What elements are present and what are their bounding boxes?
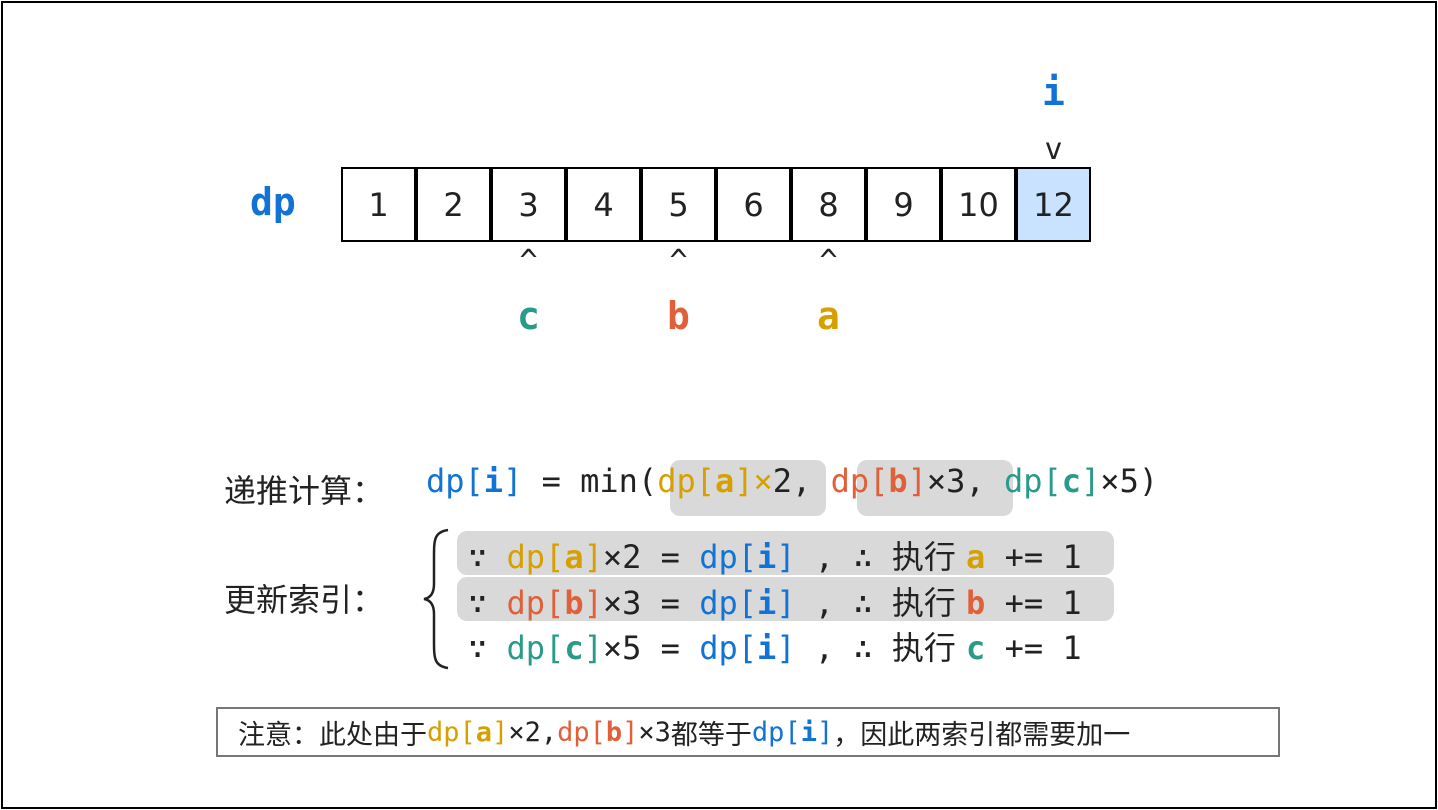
diagram-frame [1, 1, 1437, 809]
because-sign: ∵ [468, 629, 507, 667]
pointer-b-caret: ^ [669, 244, 688, 279]
var-c: c [1061, 462, 1082, 500]
target-var: a [966, 538, 986, 576]
var-a: a [714, 462, 735, 500]
note-prefix: 注意：此处由于 [238, 719, 427, 751]
rhs-dp: dp[ [699, 538, 757, 576]
rhs-var-i: i [756, 629, 777, 667]
increment-op: += 1 [985, 629, 1082, 667]
because-sign: ∵ [468, 538, 507, 576]
rhs-var-i: i [756, 584, 777, 622]
rhs-var-i: i [756, 538, 777, 576]
rhs-close: ] [776, 584, 796, 622]
term-dp: dp[ [506, 629, 565, 667]
term-dp: dp[ [426, 462, 484, 500]
note-var-b: b [605, 716, 623, 748]
note-close-i: ] [816, 716, 834, 748]
term-mult: ×2 = [602, 538, 700, 576]
var-b: b [888, 462, 908, 500]
term-mult: ×5 = [602, 629, 700, 667]
term-dp: dp[ [506, 584, 565, 622]
dp-cell: 4 [566, 167, 641, 242]
update-row: ∵ dp[b]×3 = dp[i] , ∴ 执行 b += 1 [468, 578, 1082, 624]
pointer-a-label: a [817, 294, 840, 338]
recurrence-label: 递推计算： [224, 472, 385, 510]
exec-label: 执行 [891, 584, 967, 622]
term-close: ] [583, 629, 603, 667]
note-close-a: ] [492, 716, 509, 748]
increment-op: += 1 [985, 584, 1082, 622]
term-close: ] [583, 538, 603, 576]
min-op: = min( [522, 462, 658, 500]
note-dp-i: dp[ [751, 716, 801, 748]
dp-array-label: dp [250, 180, 296, 224]
term-close-a: ]× [734, 462, 773, 500]
dp-cell: 1 [341, 167, 416, 242]
note-dp-a: dp[ [427, 716, 476, 748]
exec-label: 执行 [891, 629, 967, 667]
dp-cell: 10 [941, 167, 1016, 242]
mult-2: 2 [772, 462, 793, 500]
term-close-b: ] [907, 462, 927, 500]
rhs-dp: dp[ [699, 584, 757, 622]
update-row: ∵ dp[c]×5 = dp[i] , ∴ 执行 c += 1 [468, 623, 1082, 669]
dp-cell: 3 [491, 167, 566, 242]
note-var-i: i [800, 716, 817, 748]
pointer-c-caret: ^ [519, 244, 538, 279]
update-label: 更新索引： [224, 581, 385, 619]
dp-cell: 9 [866, 167, 941, 242]
sep: , [792, 462, 831, 500]
sep: , [965, 462, 1004, 500]
pointer-i-caret: v [1044, 132, 1063, 167]
term-close: ] [583, 584, 603, 622]
term-dp-b: dp[ [830, 462, 889, 500]
therefore-sign: , ∴ [795, 538, 892, 576]
pointer-i-label: i [1042, 70, 1065, 114]
note-suffix: ，因此两索引都需要加一 [833, 719, 1131, 751]
term-dp: dp[ [506, 538, 565, 576]
target-var: b [966, 584, 986, 622]
var-i: i [483, 462, 504, 500]
update-row: ∵ dp[a]×2 = dp[i] , ∴ 执行 a += 1 [468, 532, 1082, 578]
term-mult: ×3 = [602, 584, 700, 622]
note-var-a: a [475, 716, 493, 748]
mult-3: ×3 [926, 462, 966, 500]
dp-cell: 8 [791, 167, 866, 242]
note-mult-3: ×3 [638, 716, 671, 748]
note-dp-b: dp[ [557, 716, 606, 748]
rhs-close: ] [776, 629, 796, 667]
mult-5: ×5) [1100, 462, 1159, 500]
therefore-sign: , ∴ [795, 584, 892, 622]
term-var: b [564, 584, 584, 622]
exec-label: 执行 [891, 538, 967, 576]
curly-brace [423, 528, 449, 670]
note-box: 注意：此处由于 dp[a] ×2, dp[b] ×3 都等于 dp[i] ，因此两索… [216, 707, 1280, 757]
term-close-c: ] [1081, 462, 1101, 500]
dp-cell: 6 [716, 167, 791, 242]
term-close: ] [503, 462, 523, 500]
term-dp-a: dp[ [657, 462, 715, 500]
increment-op: += 1 [985, 538, 1082, 576]
pointer-b-label: b [667, 294, 690, 338]
note-close-b: ] [622, 716, 639, 748]
term-dp-c: dp[ [1003, 462, 1062, 500]
dp-cell: 12 [1016, 167, 1091, 242]
because-sign: ∵ [468, 584, 507, 622]
note-mid: 都等于 [670, 719, 752, 751]
rhs-dp: dp[ [699, 629, 757, 667]
target-var: c [966, 629, 986, 667]
recurrence-formula: dp[i] = min(dp[a]×2, dp[b]×3, dp[c]×5) [426, 462, 1158, 500]
rhs-close: ] [776, 538, 796, 576]
term-var: c [564, 629, 584, 667]
pointer-a-caret: ^ [819, 244, 838, 279]
note-mult-2: ×2, [508, 716, 558, 748]
dp-cell: 5 [641, 167, 716, 242]
pointer-c-label: c [517, 294, 540, 338]
therefore-sign: , ∴ [795, 629, 892, 667]
term-var: a [564, 538, 584, 576]
dp-cell: 2 [416, 167, 491, 242]
